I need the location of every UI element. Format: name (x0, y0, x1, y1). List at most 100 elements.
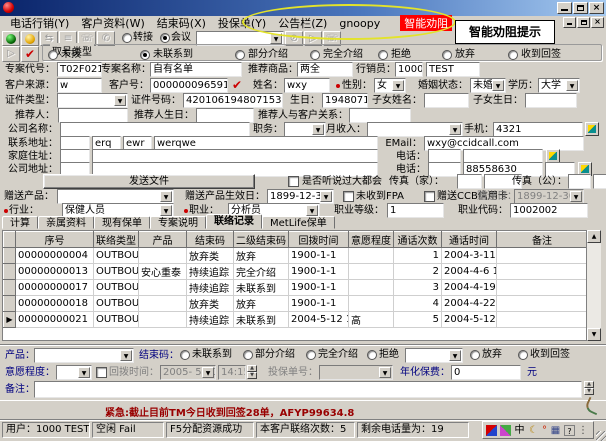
gift-date-dropdown[interactable]: 1899-12-30▼ (267, 189, 334, 204)
tab-project-notes[interactable]: 专案说明 (150, 216, 206, 229)
chevron-down-icon[interactable]: ▼ (160, 205, 172, 216)
col-header-contact-type[interactable]: 联络类型 (94, 232, 139, 248)
next-number-button[interactable]: ▷ (2, 46, 20, 62)
menu-end-code[interactable]: 结束码(X) (151, 15, 212, 31)
col-header-endcode2[interactable]: 二级结束码 (234, 232, 289, 248)
scroll-up-icon[interactable]: ▲ (587, 230, 601, 243)
scroll-down-icon[interactable]: ▼ (584, 388, 594, 395)
col-header-call-time[interactable]: 通话时间 (442, 232, 497, 248)
child-name-field[interactable] (424, 93, 469, 108)
endcode-radio-signed[interactable] (518, 350, 528, 360)
tray-app-icon[interactable] (486, 425, 497, 436)
dialtype-radio-notdialed[interactable] (48, 50, 58, 60)
chevron-down-icon[interactable]: ▼ (78, 367, 90, 378)
confirm-number-button[interactable]: ✔ (21, 46, 39, 62)
endcode-radio-full[interactable] (306, 350, 316, 360)
chevron-down-icon[interactable]: ▼ (306, 205, 318, 216)
endcode-radio-giveup[interactable] (470, 350, 480, 360)
chevron-down-icon[interactable]: ▼ (120, 350, 132, 361)
tray-expand-icon[interactable]: ⋮ (578, 425, 582, 436)
mobile-dial-button[interactable] (585, 122, 599, 136)
row-marker[interactable] (4, 296, 16, 312)
scroll-down-icon[interactable]: ▼ (587, 328, 601, 341)
child-minimize-button[interactable] (563, 17, 576, 28)
keyboard-icon[interactable]: ▦ (550, 425, 561, 436)
birthday-field[interactable]: 19480715 (322, 93, 368, 108)
endcode-radio-partial[interactable] (243, 350, 253, 360)
dialtype-radio-notreached[interactable] (140, 50, 150, 60)
send-file-button[interactable]: 发送文件 (43, 174, 255, 189)
row-marker[interactable] (4, 248, 16, 264)
col-header-willingness[interactable]: 意愿程度 (349, 232, 394, 248)
premium-field[interactable]: 0 (451, 365, 521, 380)
agent-id-field[interactable]: 1000 (395, 62, 423, 77)
customer-no-field[interactable]: 000000096591 (150, 78, 228, 93)
restore-button[interactable] (573, 2, 588, 14)
chevron-down-icon[interactable]: ▼ (312, 124, 324, 135)
chevron-down-icon[interactable]: ▼ (449, 350, 461, 361)
col-header-product[interactable]: 产品 (139, 232, 187, 248)
product-field[interactable]: 两全 (297, 62, 353, 77)
fax-office-area-field[interactable] (568, 174, 591, 189)
dialtype-radio-giveup[interactable] (442, 50, 452, 60)
chevron-down-icon[interactable]: ▼ (270, 33, 282, 44)
dialtype-radio-partial[interactable] (235, 50, 245, 60)
col-header-seq[interactable]: 序号 (16, 232, 94, 248)
job-title-dropdown[interactable]: ▼ (284, 122, 326, 137)
id-no-field[interactable]: 420106194807153284 (183, 93, 283, 108)
conference-radio[interactable] (160, 33, 170, 43)
chevron-down-icon[interactable]: ▼ (566, 80, 578, 91)
grid-vertical-scrollbar[interactable]: ▲ ▼ (587, 230, 601, 341)
id-type-dropdown[interactable]: ▼ (57, 93, 128, 108)
chevron-down-icon[interactable]: ▼ (392, 80, 404, 91)
home-phone-dial-button[interactable] (546, 149, 560, 163)
ccb-checkbox[interactable] (424, 191, 435, 202)
fax-office-field[interactable] (593, 174, 606, 189)
minimize-button[interactable] (557, 2, 572, 14)
marital-dropdown[interactable]: 未婚▼ (470, 78, 506, 93)
result-product-dropdown[interactable]: ▼ (34, 348, 134, 363)
chevron-down-icon[interactable]: ▼ (160, 191, 172, 202)
tab-relatives[interactable]: 亲属资料 (38, 216, 94, 229)
tab-existing-policies[interactable]: 现有保单 (94, 216, 150, 229)
table-row[interactable]: 00000000004OUTBOUND放弃类放弃1900-1-112004-3-… (4, 248, 588, 264)
project-name-field[interactable]: 自有名单 (150, 62, 242, 77)
tab-contact-records[interactable]: 联络记录 (206, 214, 262, 229)
willingness-dropdown[interactable]: ▼ (56, 365, 92, 380)
menu-policy-form[interactable]: 投保单(Y) (212, 15, 272, 31)
scroll-up-icon[interactable]: ▲ (584, 381, 594, 388)
gift-product-dropdown[interactable]: ▼ (57, 189, 174, 204)
moon-icon[interactable]: ☾ (528, 425, 539, 436)
referrer-relation-field[interactable] (349, 108, 411, 123)
col-header-call-count[interactable]: 通话次数 (394, 232, 442, 248)
table-row[interactable]: 00000000018OUTBOUND放弃类放弃1900-1-142004-4-… (4, 296, 588, 312)
customer-source-field[interactable]: w (57, 78, 102, 93)
menu-gnoopy[interactable]: gnoopy (333, 17, 386, 30)
menu-bulletin[interactable]: 公告栏(Z) (272, 15, 333, 31)
table-row[interactable]: 00000000013OUTBOUND安心重泰持续追踪完全介绍1900-1-12… (4, 264, 588, 280)
table-row[interactable]: ▶00000000021OUTBOUND持续追踪未联系到2004-5-12 10… (4, 312, 588, 328)
callback-checkbox[interactable] (96, 367, 107, 378)
row-marker[interactable] (4, 264, 16, 280)
help-icon[interactable]: ? (564, 425, 575, 436)
gender-dropdown[interactable]: 女▼ (374, 78, 406, 93)
fax-home-area-field[interactable] (457, 174, 482, 189)
tab-calculate[interactable]: 计算 (2, 216, 38, 229)
project-code-field[interactable]: T02F021A (57, 62, 102, 77)
income-dropdown[interactable]: ▼ (367, 122, 463, 137)
table-row[interactable]: 00000000017OUTBOUND持续追踪未联系到1900-1-132004… (4, 280, 588, 296)
hangup-call-button[interactable] (21, 31, 39, 46)
child-close-button[interactable]: × (591, 17, 604, 28)
reject-reason-dropdown[interactable]: ▼ (405, 348, 463, 363)
child-restore-button[interactable] (577, 17, 590, 28)
smart-dissuade-prompt-button[interactable]: 智能劝阻提示 (455, 20, 555, 44)
col-header-endcode[interactable]: 结束码 (187, 232, 234, 248)
transfer-radio[interactable] (122, 33, 132, 43)
menu-customer-data[interactable]: 客户资料(W) (75, 15, 150, 31)
dialtype-radio-signed[interactable] (508, 50, 518, 60)
heard-metlife-checkbox[interactable] (288, 176, 299, 187)
company-field[interactable] (60, 122, 250, 137)
fpa-checkbox[interactable] (343, 191, 354, 202)
remark-textarea[interactable] (34, 381, 582, 398)
child-birthday-field[interactable] (525, 93, 577, 108)
